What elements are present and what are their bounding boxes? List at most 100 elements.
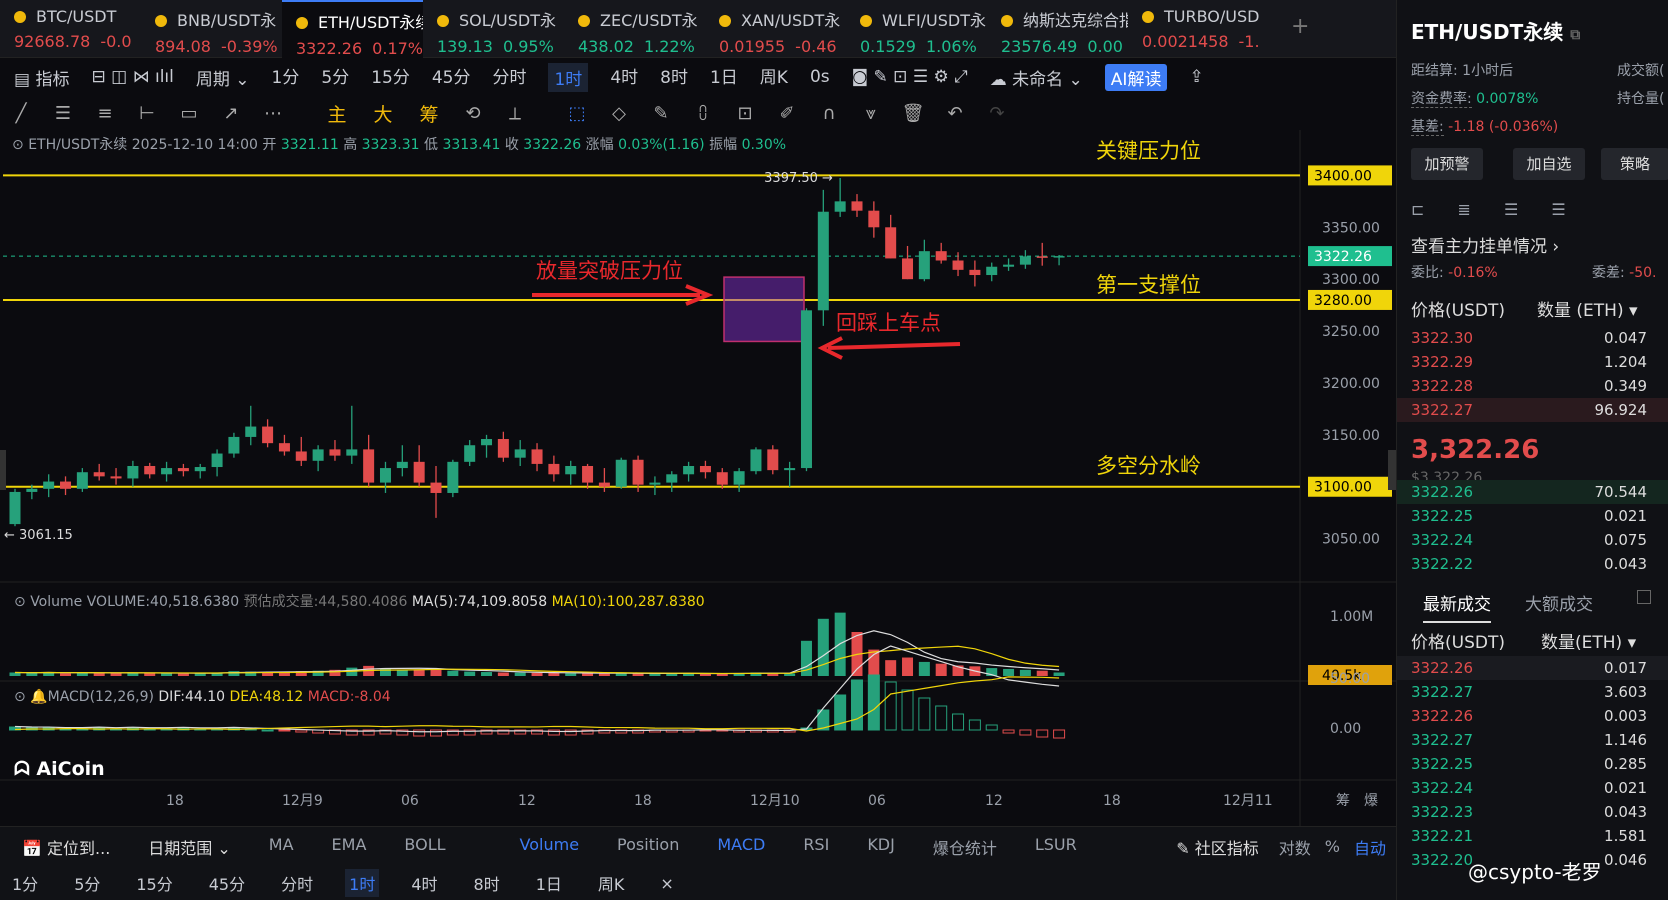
left-collapse-handle[interactable] [0, 450, 6, 490]
period-option[interactable]: 45分 [205, 869, 249, 897]
locate-button[interactable]: 📅 定位到... [22, 835, 110, 859]
add-alert-button[interactable]: 加预警 [1411, 148, 1483, 180]
more-tools-icon[interactable]: ⋯ [252, 103, 294, 124]
candle[interactable] [615, 457, 627, 489]
interval-option[interactable]: 4时 [610, 63, 638, 92]
period-option[interactable]: 8时 [470, 869, 504, 897]
layout-icons[interactable]: ⊟ ◫ ⋈ ılıl [91, 67, 173, 87]
big-order-button[interactable]: 大 [360, 100, 406, 127]
filter-checkbox[interactable] [1637, 590, 1651, 604]
interval-option[interactable]: 周K [760, 63, 788, 92]
latest-trades-tab[interactable]: 最新成交 [1423, 590, 1491, 623]
brush-icon[interactable]: ✎ [640, 103, 682, 124]
period-option[interactable]: 分时 [277, 869, 317, 897]
candle[interactable] [447, 459, 459, 498]
copy-icon[interactable]: ⧉ [1570, 27, 1580, 43]
orderbook-row[interactable]: 3322.26 70.544 [1397, 480, 1668, 504]
ruler-icon[interactable]: ⩇ [682, 103, 724, 124]
period-option[interactable]: 5分 [70, 869, 104, 897]
symbol-tab[interactable]: ETH/USDT永续 3322.26 0.17% [282, 0, 423, 58]
indicator-option[interactable]: KDJ [867, 835, 895, 859]
right-collapse-handle[interactable] [1388, 450, 1396, 490]
symbol-tab[interactable]: 纳斯达克综合指数 23576.49 0.00 [987, 0, 1128, 58]
rect-tool-icon[interactable]: ▭ [168, 103, 210, 124]
lock-icon[interactable]: ⊡ [724, 103, 766, 124]
orderbook-row[interactable]: 3322.27 96.924 [1397, 398, 1668, 422]
chips-button[interactable]: 筹 [406, 100, 452, 127]
line-tool-icon[interactable]: ╱ [0, 103, 42, 124]
interval-option[interactable]: 1分 [272, 63, 300, 92]
indicator-option[interactable]: EMA [332, 835, 367, 859]
redo-icon[interactable]: ↷ [976, 103, 1018, 124]
chart-canvas[interactable]: 3350.00 3300.00 3250.00 3200.00 3150.00 3100.… [0, 130, 1396, 826]
chips-toggle[interactable]: 筹 [1336, 792, 1350, 809]
magnet-icon[interactable]: ∩ [808, 103, 850, 124]
add-tab-button[interactable]: + [1269, 0, 1329, 58]
indicator-option[interactable]: MA [269, 835, 294, 859]
symbol-tab[interactable]: ZEC/USDT永 438.02 1.22% [564, 0, 705, 58]
symbol-tab[interactable]: WLFI/USDT永 0.1529 1.06% [846, 0, 987, 58]
orderbook-row[interactable]: 3322.25 0.021 [1397, 504, 1668, 528]
orderbook-link[interactable]: 查看主力挂单情况 › [1411, 232, 1559, 257]
add-watchlist-button[interactable]: 加自选 [1513, 148, 1585, 180]
share-icon[interactable]: ⇪ [1189, 67, 1203, 87]
select-icon[interactable]: ⬚ [556, 103, 598, 124]
orderbook-row[interactable]: 3322.29 1.204 [1397, 350, 1668, 374]
symbol-tab[interactable]: TURBO/USD 0.0021458 -1. [1128, 0, 1269, 58]
undo-icon[interactable]: ↶ [934, 103, 976, 124]
indicator-option[interactable]: LSUR [1035, 835, 1077, 859]
log-scale-button[interactable]: 对数 [1279, 835, 1311, 859]
note-icon[interactable]: ✐ [766, 103, 808, 124]
symbol-tab[interactable]: SOL/USDT永 139.13 0.95% [423, 0, 564, 58]
symbol-tab[interactable]: BTC/USDT 92668.78 -0.0 [0, 0, 141, 58]
auto-scale-button[interactable]: 自动 [1354, 835, 1386, 859]
indicator-option[interactable]: MACD [717, 835, 765, 859]
period-option[interactable]: 1日 [532, 869, 566, 897]
orderbook-row[interactable]: 3322.30 0.047 [1397, 326, 1668, 350]
interval-option[interactable]: 分时 [492, 63, 526, 92]
percent-scale-button[interactable]: % [1325, 837, 1340, 856]
close-period-bar-icon[interactable]: × [656, 872, 677, 895]
orderbook-row[interactable]: 3322.24 0.075 [1397, 528, 1668, 552]
indicator-button[interactable]: ▤ 指标 [14, 65, 69, 90]
layout-name-dropdown[interactable]: ☁ 未命名 ⌄ [990, 65, 1083, 90]
burst-toggle[interactable]: 爆 [1364, 793, 1378, 809]
period-option[interactable]: 4时 [407, 869, 441, 897]
bell-icon[interactable]: 🔔 [30, 689, 47, 705]
period-option[interactable]: 1分 [8, 869, 42, 897]
interval-option[interactable]: 1日 [710, 63, 738, 92]
interval-option[interactable]: 5分 [321, 63, 349, 92]
filter-icon[interactable]: ⩔ [850, 103, 892, 124]
candle[interactable] [767, 445, 779, 475]
big-trades-tab[interactable]: 大额成交 [1525, 590, 1593, 615]
eraser-icon[interactable]: ◇ [598, 103, 640, 124]
period-option[interactable]: 周K [594, 869, 629, 897]
measure-icon[interactable]: ⟂ [494, 103, 536, 124]
interval-option[interactable]: 45分 [432, 63, 471, 92]
symbol-tab[interactable]: BNB/USDT永 894.08 -0.39% [141, 0, 282, 58]
interval-option[interactable]: 8时 [660, 63, 688, 92]
indicator-option[interactable]: BOLL [404, 835, 445, 859]
candle[interactable] [750, 447, 762, 475]
indicator-option[interactable]: Volume [520, 835, 580, 859]
interval-option[interactable]: 15分 [371, 63, 410, 92]
trash-icon[interactable]: 🗑 [892, 103, 934, 124]
channel-tool-icon[interactable]: ≡ [84, 103, 126, 124]
hline-tool-icon[interactable]: ☰ [42, 103, 84, 124]
period-option[interactable]: 15分 [132, 869, 176, 897]
period-dropdown[interactable]: 周期 ⌄ [196, 65, 250, 90]
col-qty-dropdown[interactable]: 数量 (ETH) ▾ [1537, 296, 1638, 321]
symbol-tab[interactable]: XAN/USDT永 0.01955 -0.46 [705, 0, 846, 58]
indicator-option[interactable]: 爆仓统计 [933, 835, 997, 859]
orderbook-row[interactable]: 3322.22 0.043 [1397, 552, 1668, 576]
indicator-option[interactable]: Position [617, 835, 679, 859]
orderbook-row[interactable]: 3322.28 0.349 [1397, 374, 1668, 398]
replay-icon[interactable]: ⟲ [452, 103, 494, 124]
arrow-tool-icon[interactable]: ↗ [210, 103, 252, 124]
main-indicator-button[interactable]: 主 [314, 100, 360, 127]
book-view-icons[interactable]: ⊏ ≣ ☰ ☰ [1411, 200, 1566, 219]
interval-option[interactable]: 1时 [548, 62, 589, 92]
toolbar-icons[interactable]: ◙ ✎ ⊡ ☰ ⚙ ⤢ [852, 67, 968, 87]
candle[interactable] [9, 488, 21, 527]
trade-qty-dropdown[interactable]: 数量(ETH) ▾ [1541, 628, 1636, 653]
